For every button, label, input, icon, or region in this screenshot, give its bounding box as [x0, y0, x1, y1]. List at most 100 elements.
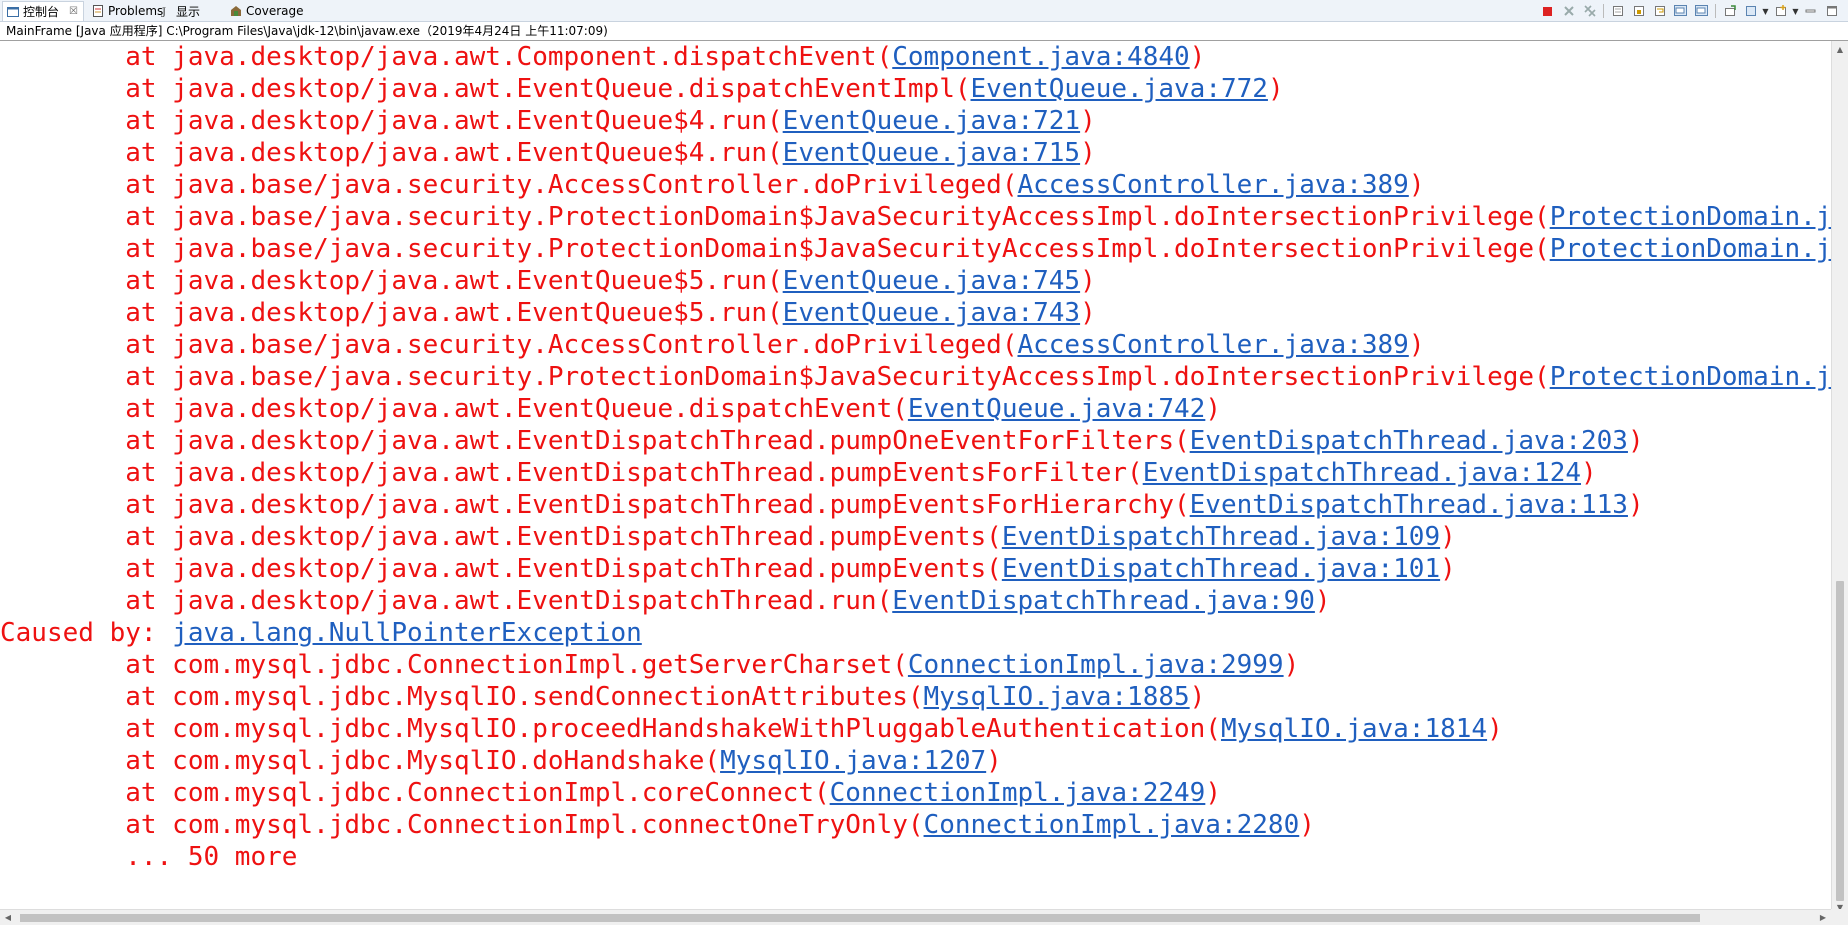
- vertical-scrollbar[interactable]: ▲ ▼: [1831, 41, 1848, 915]
- source-link[interactable]: EventDispatchThread.java:90: [892, 586, 1315, 616]
- stack-frame-suffix: ): [1299, 810, 1315, 840]
- stack-frame-suffix: ): [1205, 394, 1221, 424]
- remove-launch-button[interactable]: [1558, 2, 1579, 20]
- source-link[interactable]: ProtectionDomain.java:8: [1550, 202, 1831, 232]
- source-link[interactable]: EventDispatchThread.java:109: [1002, 522, 1440, 552]
- display-selected-console-button[interactable]: [1740, 2, 1761, 20]
- scroll-up-icon[interactable]: ▲: [1832, 41, 1848, 57]
- stack-trace-line: at java.base/java.security.ProtectionDom…: [0, 361, 1831, 393]
- stack-trace-line: at java.desktop/java.awt.EventQueue$4.ru…: [0, 105, 1096, 137]
- stack-trace-line: at com.mysql.jdbc.ConnectionImpl.coreCon…: [0, 777, 1221, 809]
- double-x-icon: [1583, 5, 1596, 17]
- problems-icon: [92, 5, 104, 17]
- caused-by-line: Caused by: java.lang.NullPointerExceptio…: [0, 617, 642, 649]
- tab-display[interactable]: J 显示: [156, 2, 204, 20]
- source-link[interactable]: EventQueue.java:772: [971, 74, 1268, 104]
- stack-frame-text: at com.mysql.jdbc.ConnectionImpl.coreCon…: [0, 778, 830, 808]
- maximize-button[interactable]: [1821, 2, 1842, 20]
- stack-trace-line: at com.mysql.jdbc.MysqlIO.proceedHandsha…: [0, 713, 1503, 745]
- stack-trace-line: at com.mysql.jdbc.MysqlIO.sendConnection…: [0, 681, 1205, 713]
- source-link[interactable]: EventDispatchThread.java:203: [1190, 426, 1628, 456]
- console-output[interactable]: at java.desktop/java.awt.Component.dispa…: [0, 41, 1831, 915]
- horizontal-scroll-thumb[interactable]: [20, 914, 1700, 922]
- scroll-left-icon[interactable]: ◀: [0, 910, 16, 925]
- minimize-icon: [1805, 9, 1815, 13]
- open-console-button[interactable]: [1770, 2, 1791, 20]
- source-link[interactable]: EventQueue.java:715: [783, 138, 1080, 168]
- source-link[interactable]: EventDispatchThread.java:124: [1143, 458, 1581, 488]
- clear-icon: [1612, 6, 1623, 16]
- source-link[interactable]: EventDispatchThread.java:101: [1002, 554, 1440, 584]
- scroll-lock-button[interactable]: [1628, 2, 1649, 20]
- stack-trace-line: at java.desktop/java.awt.EventQueue.disp…: [0, 73, 1283, 105]
- stack-frame-suffix: ): [1080, 298, 1096, 328]
- source-link[interactable]: java.lang.NullPointerException: [172, 618, 642, 648]
- stack-frame-suffix: ): [1314, 586, 1331, 616]
- stack-frame-text: at com.mysql.jdbc.ConnectionImpl.connect…: [0, 810, 924, 840]
- stack-frame-suffix: ): [1440, 554, 1456, 584]
- source-link[interactable]: MysqlIO.java:1814: [1221, 714, 1487, 744]
- remove-all-terminated-button[interactable]: [1579, 2, 1600, 20]
- chevron-down-icon[interactable]: ▼: [1791, 2, 1800, 20]
- stack-trace-line: at java.base/java.security.AccessControl…: [0, 169, 1424, 201]
- source-link[interactable]: MysqlIO.java:1207: [720, 746, 986, 776]
- stack-frame-suffix: ): [1581, 458, 1597, 488]
- terminate-button[interactable]: [1537, 2, 1558, 20]
- source-link[interactable]: ConnectionImpl.java:2249: [830, 778, 1206, 808]
- source-link[interactable]: AccessController.java:389: [1017, 330, 1408, 360]
- tab-coverage[interactable]: Coverage: [226, 2, 308, 20]
- stack-frame-text: at com.mysql.jdbc.MysqlIO.doHandshake(: [0, 746, 721, 776]
- clear-console-button[interactable]: [1607, 2, 1628, 20]
- toolbar-separator: [1715, 4, 1716, 18]
- stop-icon: [1543, 6, 1552, 16]
- stack-frame-suffix: ): [1440, 522, 1456, 552]
- scroll-right-icon[interactable]: ▶: [1815, 910, 1831, 925]
- horizontal-scrollbar[interactable]: ◀ ▶: [0, 909, 1831, 925]
- chevron-down-icon[interactable]: ▼: [1761, 2, 1770, 20]
- source-link[interactable]: MysqlIO.java:1885: [924, 682, 1190, 712]
- stack-frame-text: at java.desktop/java.awt.EventQueue$4.ru…: [0, 138, 783, 168]
- stack-frame-text: at java.desktop/java.awt.EventQueue$5.ru…: [0, 266, 783, 296]
- stack-trace-line: at java.base/java.security.ProtectionDom…: [0, 233, 1831, 265]
- source-link[interactable]: EventQueue.java:743: [783, 298, 1080, 328]
- source-link[interactable]: ProtectionDomain.java:8: [1550, 362, 1831, 392]
- source-link[interactable]: AccessController.java:389: [1017, 170, 1408, 200]
- vertical-scroll-thumb[interactable]: [1836, 581, 1844, 901]
- stack-frame-text: at java.desktop/java.awt.EventQueue.disp…: [0, 394, 908, 424]
- stack-frame-suffix: ): [986, 746, 1002, 776]
- stack-trace-line: at java.desktop/java.awt.EventDispatchTh…: [0, 425, 1644, 457]
- stack-frame-suffix: ): [1408, 330, 1425, 360]
- source-link[interactable]: ConnectionImpl.java:2280: [924, 810, 1300, 840]
- show-on-stdout-button[interactable]: [1670, 2, 1691, 20]
- stack-trace-line: at java.desktop/java.awt.EventQueue$5.ru…: [0, 297, 1096, 329]
- close-icon[interactable]: ☒: [69, 6, 78, 17]
- source-link[interactable]: ConnectionImpl.java:2999: [908, 650, 1284, 680]
- stack-frame-text: at java.desktop/java.awt.EventDispatchTh…: [0, 522, 1002, 552]
- minimize-button[interactable]: [1800, 2, 1821, 20]
- source-link[interactable]: Component.java:4840: [892, 42, 1189, 72]
- stack-frame-text: at java.base/java.security.ProtectionDom…: [0, 234, 1550, 264]
- process-description: MainFrame [Java 应用程序] C:\Program Files\J…: [0, 22, 1848, 41]
- tab-display-label: 显示: [176, 4, 201, 19]
- tab-console[interactable]: 控制台 ☒: [2, 1, 84, 21]
- source-link[interactable]: ProtectionDomain.java:9: [1550, 234, 1831, 264]
- source-link[interactable]: EventQueue.java:742: [908, 394, 1205, 424]
- maximize-icon: [1826, 6, 1837, 16]
- stack-frame-suffix: ): [1487, 714, 1503, 744]
- stack-frame-suffix: ): [1080, 106, 1096, 136]
- source-link[interactable]: EventQueue.java:745: [783, 266, 1080, 296]
- view-tab-bar: 控制台 ☒ Problems J 显示 Coverage ▼ ▼: [0, 0, 1848, 22]
- stack-frame-suffix: ): [1189, 682, 1206, 712]
- svg-text:J: J: [161, 7, 166, 17]
- word-wrap-button[interactable]: [1649, 2, 1670, 20]
- stack-frame-text: at java.desktop/java.awt.EventDispatchTh…: [0, 490, 1190, 520]
- pin-console-button[interactable]: [1719, 2, 1740, 20]
- stack-frame-text: ... 50 more: [0, 842, 298, 872]
- source-link[interactable]: EventQueue.java:721: [783, 106, 1080, 136]
- stdout-icon: [1673, 5, 1687, 16]
- source-link[interactable]: EventDispatchThread.java:113: [1190, 490, 1628, 520]
- word-wrap-icon: [1654, 6, 1665, 16]
- stack-frame-suffix: ): [1627, 426, 1644, 456]
- stack-trace-line: at java.desktop/java.awt.EventQueue$5.ru…: [0, 265, 1096, 297]
- show-on-stderr-button[interactable]: [1691, 2, 1712, 20]
